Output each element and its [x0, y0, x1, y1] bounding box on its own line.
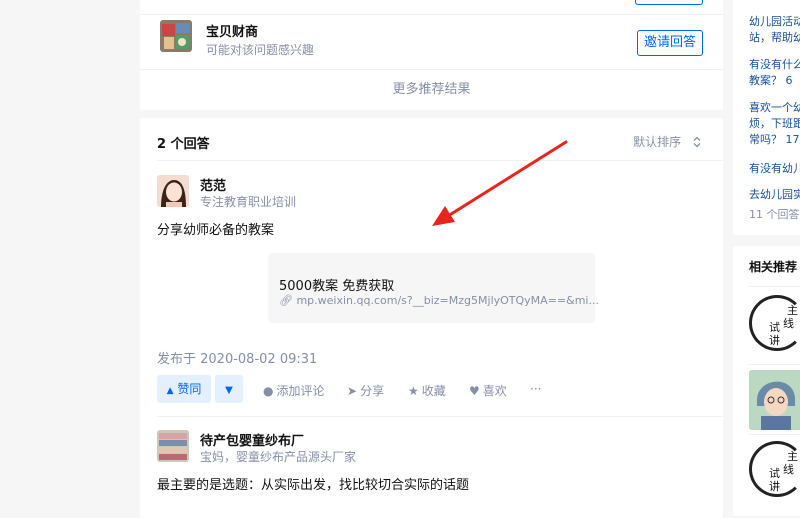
red-annotation-arrow-icon [432, 140, 568, 226]
